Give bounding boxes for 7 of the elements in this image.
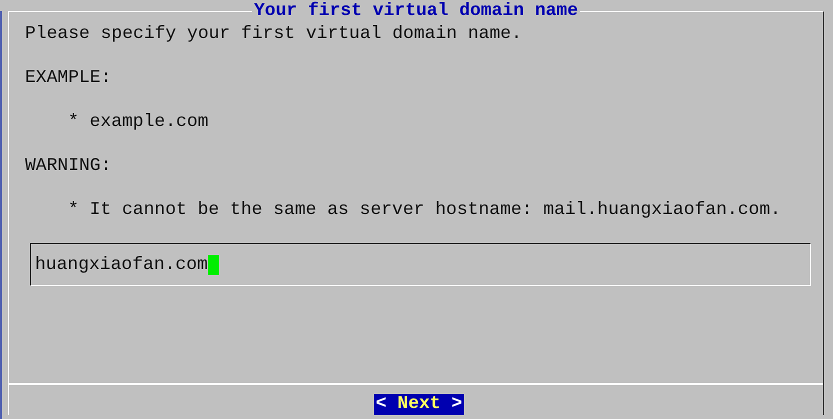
dialog-text: WARNING: [25, 155, 112, 177]
bullet-item: * example.com [67, 111, 210, 133]
dialog-text: Please specify your first virtual domain name. [25, 23, 523, 45]
domain-input-field[interactable]: huangxiaofan.com [30, 243, 811, 286]
dialog-text: EXAMPLE: [25, 67, 112, 89]
next-button[interactable]: < Next > [374, 394, 464, 415]
bullet-item: * It cannot be the same as server hostname: mail.huangxiaofan.com. [67, 199, 782, 221]
